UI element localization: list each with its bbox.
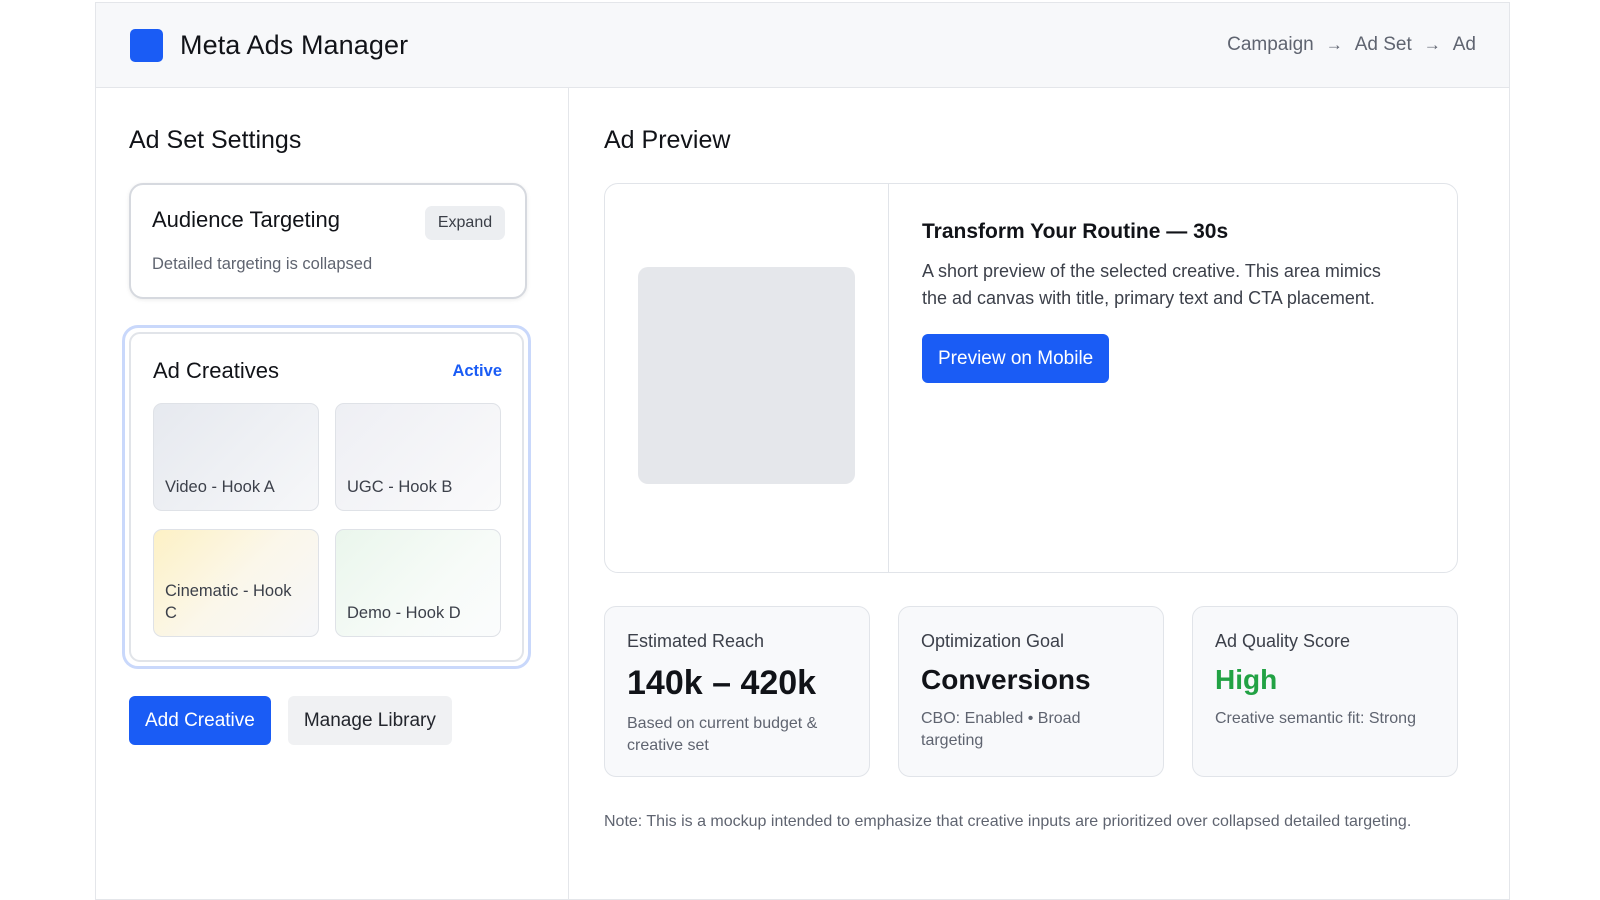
- creative-tile-cinematic-hook-c[interactable]: Cinematic - Hook C: [153, 529, 319, 637]
- metric-subtext: CBO: Enabled • Broad targeting: [921, 710, 1081, 749]
- ad-set-settings-panel: Ad Set Settings Audience Targeting Expan…: [96, 88, 569, 900]
- audience-targeting-status: Detailed targeting is collapsed: [152, 255, 373, 273]
- ad-creatives-title: Ad Creatives: [153, 358, 279, 383]
- breadcrumb-campaign[interactable]: Campaign: [1227, 34, 1314, 56]
- metric-card-estimated-reach: Estimated Reach 140k – 420k Based on cur…: [604, 606, 870, 777]
- metrics-row: Estimated Reach 140k – 420k Based on cur…: [604, 606, 1474, 777]
- metric-card-ad-quality-score: Ad Quality Score High Creative semantic …: [1192, 606, 1458, 777]
- ad-creatives-card: Ad Creatives Active Video - Hook A UGC -…: [129, 332, 524, 662]
- preview-body: Transform Your Routine — 30s A short pre…: [889, 184, 1457, 572]
- brand: Meta Ads Manager: [130, 28, 409, 62]
- preview-headline: Transform Your Routine — 30s: [922, 220, 1229, 243]
- ad-creatives-focus-ring: Ad Creatives Active Video - Hook A UGC -…: [122, 325, 531, 669]
- metric-label: Estimated Reach: [627, 631, 765, 651]
- creative-actions: Add Creative Manage Library: [129, 696, 535, 745]
- ad-creatives-header: Ad Creatives Active: [153, 358, 502, 384]
- breadcrumb: Campaign → Ad Set → Ad: [1227, 34, 1476, 56]
- creative-tile-label: UGC - Hook B: [347, 477, 453, 496]
- preview-on-mobile-button[interactable]: Preview on Mobile: [922, 334, 1110, 383]
- top-bar: Meta Ads Manager Campaign → Ad Set → Ad: [96, 3, 1509, 88]
- creative-tile-demo-hook-d[interactable]: Demo - Hook D: [335, 529, 501, 637]
- creative-tile-label: Cinematic - Hook C: [165, 582, 292, 622]
- app-window: Meta Ads Manager Campaign → Ad Set → Ad …: [95, 2, 1510, 900]
- creative-tile-label: Demo - Hook D: [347, 603, 461, 622]
- arrow-right-icon: →: [1325, 35, 1343, 54]
- metric-subtext: Creative semantic fit: Strong: [1215, 710, 1416, 727]
- creative-tile-ugc-hook-b[interactable]: UGC - Hook B: [335, 403, 501, 511]
- metric-value: Conversions: [921, 664, 1091, 695]
- breadcrumb-ad-set[interactable]: Ad Set: [1355, 34, 1412, 56]
- footnote: Note: This is a mockup intended to empha…: [604, 813, 1412, 830]
- preview-media-area: [605, 184, 889, 572]
- arrow-right-icon: →: [1423, 35, 1441, 54]
- add-creative-button[interactable]: Add Creative: [129, 696, 271, 745]
- app-title: Meta Ads Manager: [180, 29, 409, 60]
- active-status-label: Active: [452, 361, 502, 380]
- audience-targeting-card: Audience Targeting Expand Detailed targe…: [129, 183, 527, 299]
- section-title-ad-set-settings: Ad Set Settings: [129, 126, 302, 154]
- breadcrumb-ad[interactable]: Ad: [1453, 34, 1476, 56]
- metric-value: High: [1215, 664, 1278, 695]
- expand-button[interactable]: Expand: [425, 206, 505, 240]
- preview-primary-text: A short preview of the selected creative…: [922, 261, 1381, 308]
- metric-card-optimization-goal: Optimization Goal Conversions CBO: Enabl…: [898, 606, 1164, 777]
- creative-grid: Video - Hook A UGC - Hook B Cinematic - …: [153, 403, 502, 637]
- creative-tile-label: Video - Hook A: [165, 477, 275, 496]
- metric-label: Optimization Goal: [921, 631, 1065, 651]
- ad-preview-card: Transform Your Routine — 30s A short pre…: [604, 183, 1458, 573]
- media-placeholder: [638, 266, 855, 484]
- creative-tile-video-hook-a[interactable]: Video - Hook A: [153, 403, 319, 511]
- metric-label: Ad Quality Score: [1215, 631, 1351, 651]
- meta-logo-icon: [130, 28, 163, 62]
- metric-value: 140k – 420k: [627, 664, 817, 702]
- section-title-ad-preview: Ad Preview: [604, 126, 731, 154]
- ad-preview-panel: Ad Preview Transform Your Routine — 30s …: [569, 88, 1509, 900]
- metric-subtext: Based on current budget & creative set: [627, 715, 818, 754]
- manage-library-button[interactable]: Manage Library: [287, 696, 452, 745]
- main-content: Ad Set Settings Audience Targeting Expan…: [96, 88, 1509, 900]
